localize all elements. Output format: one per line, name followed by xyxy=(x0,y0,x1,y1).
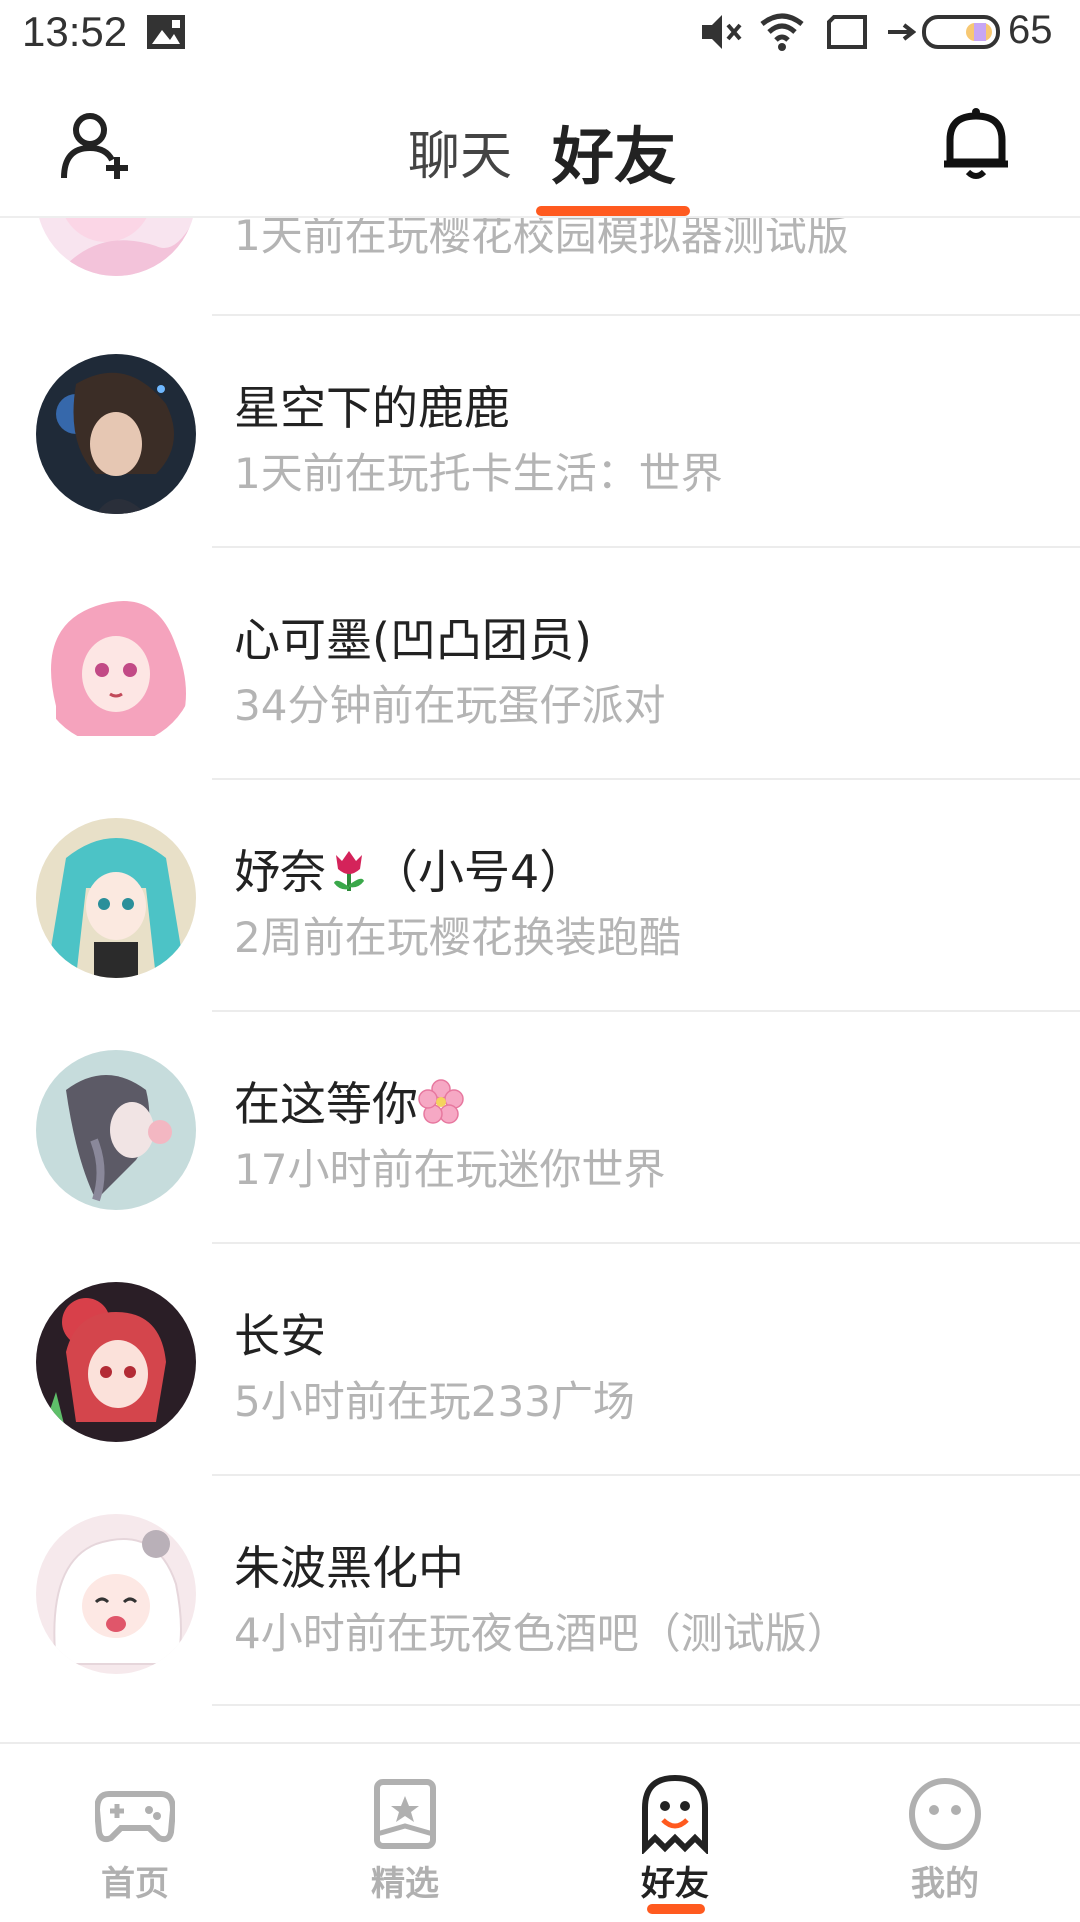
active-tab-indicator xyxy=(536,206,690,216)
friend-name: 在这等你 xyxy=(234,1068,464,1136)
friend-row[interactable]: 朱波黑化中 4小时前在玩夜色酒吧（测试版） xyxy=(0,1474,1080,1706)
friend-row[interactable]: 心可墨(凹凸团员) 34分钟前在玩蛋仔派对 xyxy=(0,546,1080,778)
friend-status: 1天前在玩樱花校园模拟器测试版 xyxy=(234,218,849,260)
friend-name: 妤奈 （小号4） xyxy=(234,836,585,904)
divider xyxy=(212,1704,1080,1706)
friend-avatar[interactable] xyxy=(36,354,196,514)
divider xyxy=(212,778,1080,780)
friend-name: 星空下的鹿鹿 xyxy=(234,381,510,435)
friend-name: 心可墨(凹凸团员) xyxy=(234,613,592,667)
bell-icon xyxy=(944,108,1008,179)
friend-status: 34分钟前在玩蛋仔派对 xyxy=(234,681,666,730)
bottom-nav-label: 我的 xyxy=(911,1864,979,1904)
bottom-nav-home[interactable]: 首页 xyxy=(0,1744,270,1922)
friend-list[interactable]: 1天前在玩樱花校园模拟器测试版 星空下的鹿鹿 1天前在玩托卡生活：世界 心可墨(… xyxy=(0,218,1080,1742)
friend-row[interactable]: 妤奈 （小号4） 2周前在玩樱花换装跑酷 xyxy=(0,778,1080,1010)
top-navigation: 聊天 好友 xyxy=(0,66,1080,218)
friend-row[interactable]: 星空下的鹿鹿 1天前在玩托卡生活：世界 xyxy=(0,314,1080,546)
tab-chat[interactable]: 聊天 xyxy=(408,114,512,189)
friend-avatar[interactable] xyxy=(36,218,196,276)
divider xyxy=(212,1010,1080,1012)
friend-name: 朱波黑化中 xyxy=(234,1541,464,1595)
bottom-navigation: 首页 精选 好友 我的 xyxy=(0,1742,1080,1922)
friend-status: 2周前在玩樱花换装跑酷 xyxy=(234,913,681,962)
battery-icon xyxy=(922,14,1004,54)
bottom-nav-featured[interactable]: 精选 xyxy=(270,1744,540,1922)
friend-avatar[interactable] xyxy=(36,1514,196,1674)
divider xyxy=(212,314,1080,316)
wifi-icon xyxy=(758,10,806,56)
status-time: 13:52 xyxy=(22,8,128,55)
smiley-face-icon xyxy=(909,1778,981,1850)
bottom-nav-friends[interactable]: 好友 xyxy=(540,1744,810,1922)
friend-row[interactable]: 长安 5小时前在玩233广场 xyxy=(0,1242,1080,1474)
friend-avatar[interactable] xyxy=(36,586,196,746)
friend-status: 4小时前在玩夜色酒吧（测试版） xyxy=(234,1609,849,1658)
friend-avatar[interactable] xyxy=(36,1282,196,1442)
add-friend-button[interactable] xyxy=(60,110,132,182)
charging-arrow-icon xyxy=(886,22,917,46)
cherry-blossom-icon xyxy=(418,1079,464,1136)
add-user-icon xyxy=(61,113,128,179)
active-nav-indicator xyxy=(647,1904,705,1914)
divider xyxy=(212,546,1080,548)
star-card-icon xyxy=(374,1779,436,1849)
friend-row[interactable]: 在这等你 17小时前在玩迷你世界 xyxy=(0,1010,1080,1242)
bottom-nav-profile[interactable]: 我的 xyxy=(810,1744,1080,1922)
divider xyxy=(212,1242,1080,1244)
friend-avatar[interactable] xyxy=(36,818,196,978)
friend-name: 长安 xyxy=(234,1309,326,1363)
friend-name-text: 在这等你 xyxy=(234,1077,418,1131)
friend-status: 17小时前在玩迷你世界 xyxy=(234,1145,666,1194)
friend-name-text: 妤奈 xyxy=(234,845,326,899)
mute-icon xyxy=(700,12,744,56)
friend-name-suffix: （小号4） xyxy=(372,845,586,899)
bottom-nav-label: 好友 xyxy=(641,1864,709,1904)
friend-status: 5小时前在玩233广场 xyxy=(234,1377,635,1426)
friend-status: 1天前在玩托卡生活：世界 xyxy=(234,449,723,498)
screen-icon xyxy=(826,14,868,54)
tab-friends[interactable]: 好友 xyxy=(552,106,676,196)
tulip-icon xyxy=(326,847,372,904)
image-notification-icon xyxy=(146,14,186,54)
friend-row[interactable]: 1天前在玩樱花校园模拟器测试版 xyxy=(0,218,1080,308)
bottom-nav-label: 精选 xyxy=(371,1864,439,1904)
divider xyxy=(212,1474,1080,1476)
notification-button[interactable] xyxy=(940,106,1012,182)
gamepad-icon xyxy=(95,1791,175,1843)
friend-avatar[interactable] xyxy=(36,1050,196,1210)
battery-level: 65 xyxy=(1008,8,1053,52)
bottom-nav-label: 首页 xyxy=(101,1864,169,1904)
ghost-icon xyxy=(642,1774,708,1854)
status-bar: 13:52 65 xyxy=(0,0,1080,66)
